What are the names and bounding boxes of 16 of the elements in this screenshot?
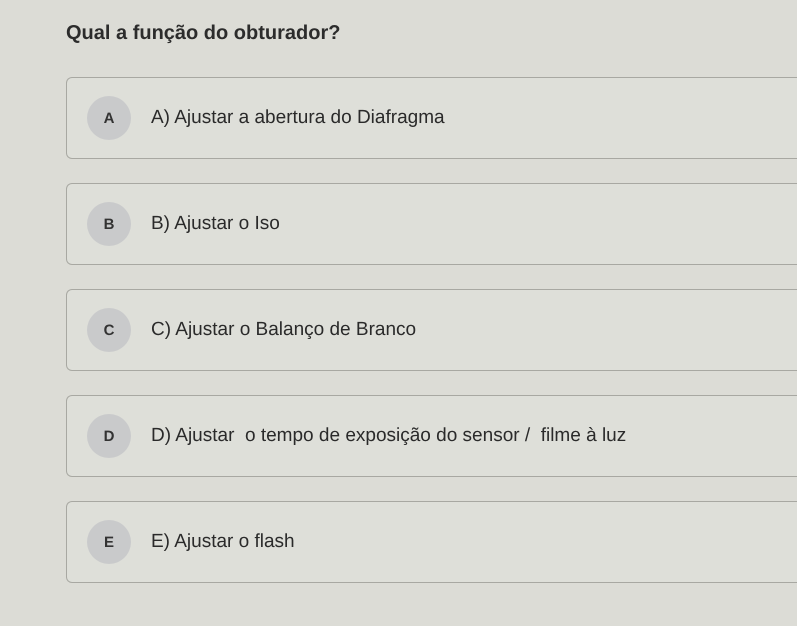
option-text: D) Ajustar o tempo de exposição do sensor / filme à luz — [151, 425, 626, 447]
answer-option[interactable]: A A) Ajustar a abertura do Diafragma — [66, 77, 797, 159]
option-letter: B — [87, 202, 131, 246]
option-text: C) Ajustar o Balanço de Branco — [151, 319, 416, 341]
option-letter: E — [87, 520, 131, 564]
answer-option[interactable]: B B) Ajustar o Iso — [66, 183, 797, 265]
option-letter: A — [87, 96, 131, 140]
option-text: E) Ajustar o flash — [151, 531, 295, 553]
option-letter: C — [87, 308, 131, 352]
option-text: A) Ajustar a abertura do Diafragma — [151, 107, 445, 129]
option-letter: D — [87, 414, 131, 458]
answer-option[interactable]: D D) Ajustar o tempo de exposição do sensor / filme à luz — [66, 395, 797, 477]
answer-option[interactable]: C C) Ajustar o Balanço de Branco — [66, 289, 797, 371]
option-text: B) Ajustar o Iso — [151, 213, 280, 235]
answer-option[interactable]: E E) Ajustar o flash — [66, 501, 797, 583]
question-text: Qual a função do obturador? — [66, 22, 342, 45]
